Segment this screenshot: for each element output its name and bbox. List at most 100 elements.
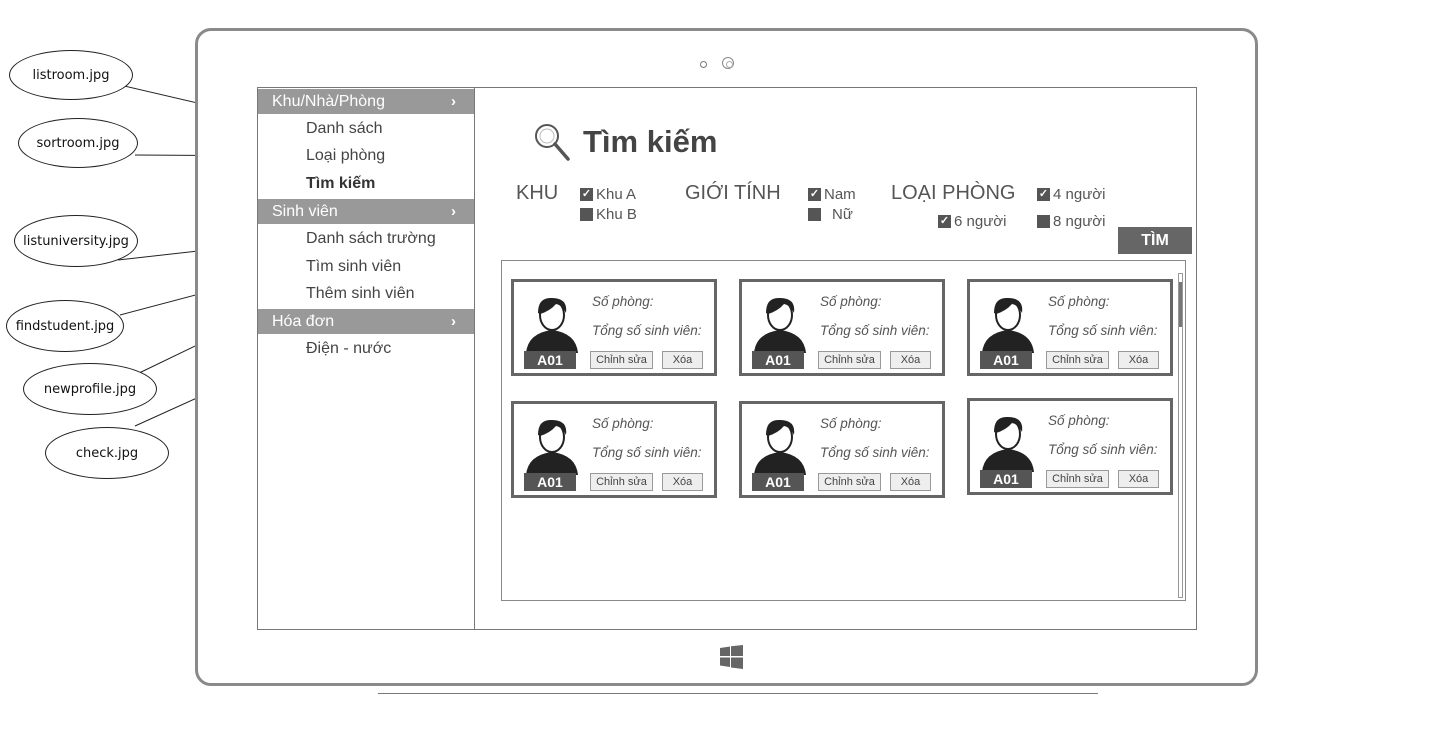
user-avatar-icon (754, 297, 806, 353)
chevron-right-icon: › (451, 313, 456, 330)
checkbox-label: Khu A (596, 186, 637, 203)
find-button[interactable]: TÌM (1118, 227, 1192, 254)
delete-button[interactable]: Xóa (890, 473, 931, 491)
total-students-label: Tổng số sinh viên: (820, 323, 930, 338)
sidebar: Khu/Nhà/Phòng › Danh sách Loại phòng Tìm… (258, 88, 475, 629)
screen: Khu/Nhà/Phòng › Danh sách Loại phòng Tìm… (257, 87, 1197, 630)
user-avatar-icon (754, 419, 806, 475)
checkbox-khu-a[interactable]: ✓ Khu A (580, 186, 636, 203)
sidebar-section-title: Hóa đơn (272, 313, 335, 330)
main-content: Tìm kiếm KHU ✓ Khu A Khu B GIỚI TÍNH ✓ N… (475, 88, 1196, 629)
edit-button[interactable]: Chỉnh sửa (1046, 351, 1109, 369)
sidebar-item-dien-nuoc[interactable]: Điện - nước (306, 340, 391, 358)
magnifier-icon (535, 124, 570, 161)
annotation-listuniversity: listuniversity.jpg (14, 215, 138, 267)
chevron-right-icon: › (451, 93, 456, 110)
total-students-label: Tổng số sinh viên: (820, 445, 930, 460)
vertical-scrollbar[interactable] (1178, 273, 1183, 598)
tablet-shadow-line (378, 693, 1098, 694)
scrollbar-thumb[interactable] (1179, 282, 1182, 327)
room-number-label: Số phòng: (820, 294, 882, 309)
annotation-check: check.jpg (45, 427, 169, 479)
room-number-label: Số phòng: (1048, 294, 1110, 309)
annotation-sortroom: sortroom.jpg (18, 118, 138, 168)
filter-gioi-tinh-label: GIỚI TÍNH (685, 182, 781, 204)
room-code: A01 (980, 351, 1032, 369)
room-code: A01 (524, 473, 576, 491)
total-students-label: Tổng số sinh viên: (1048, 323, 1158, 338)
room-card: A01 Số phòng: Tổng số sinh viên: Chỉnh s… (739, 279, 945, 376)
sidebar-item-them-sinh-vien[interactable]: Thêm sinh viên (306, 285, 415, 303)
checkbox-unchecked-icon (1037, 215, 1050, 228)
edit-button[interactable]: Chỉnh sửa (1046, 470, 1109, 488)
total-students-label: Tổng số sinh viên: (592, 445, 702, 460)
checkbox-label: 4 người (1053, 186, 1106, 203)
checkbox-unchecked-icon (808, 208, 821, 221)
delete-button[interactable]: Xóa (662, 473, 703, 491)
edit-button[interactable]: Chỉnh sửa (818, 473, 881, 491)
annotation-newprofile: newprofile.jpg (23, 363, 157, 415)
room-card: A01 Số phòng: Tổng số sinh viên: Chỉnh s… (967, 398, 1173, 495)
checkbox-8-nguoi[interactable]: 8 người (1037, 213, 1105, 230)
page-title: Tìm kiếm (583, 124, 718, 159)
room-card: A01 Số phòng: Tổng số sinh viên: Chỉnh s… (967, 279, 1173, 376)
checkbox-nu[interactable]: Nữ (808, 206, 853, 223)
checkbox-checked-icon: ✓ (1037, 188, 1050, 201)
room-card: A01 Số phòng: Tổng số sinh viên: Chỉnh s… (511, 279, 717, 376)
room-number-label: Số phòng: (1048, 413, 1110, 428)
annotation-listroom: listroom.jpg (9, 50, 133, 100)
sidebar-item-tim-kiem[interactable]: Tìm kiếm (306, 175, 375, 193)
checkbox-nam[interactable]: ✓ Nam (808, 186, 856, 203)
checkbox-checked-icon: ✓ (808, 188, 821, 201)
sidebar-section-sinh-vien[interactable]: Sinh viên › (258, 199, 474, 224)
room-number-label: Số phòng: (592, 294, 654, 309)
checkbox-label: Nam (824, 186, 856, 203)
camera-icon (722, 57, 734, 69)
user-avatar-icon (526, 297, 578, 353)
sidebar-section-title: Sinh viên (272, 203, 338, 220)
delete-button[interactable]: Xóa (662, 351, 703, 369)
sidebar-item-tim-sinh-vien[interactable]: Tìm sinh viên (306, 258, 401, 276)
room-code: A01 (980, 470, 1032, 488)
delete-button[interactable]: Xóa (890, 351, 931, 369)
delete-button[interactable]: Xóa (1118, 351, 1159, 369)
room-code: A01 (752, 351, 804, 369)
sidebar-section-khu-nha-phong[interactable]: Khu/Nhà/Phòng › (258, 89, 474, 114)
room-card: A01 Số phòng: Tổng số sinh viên: Chỉnh s… (739, 401, 945, 498)
checkbox-checked-icon: ✓ (938, 215, 951, 228)
room-number-label: Số phòng: (592, 416, 654, 431)
checkbox-unchecked-icon (580, 208, 593, 221)
delete-button[interactable]: Xóa (1118, 470, 1159, 488)
checkbox-khu-b[interactable]: Khu B (580, 206, 637, 223)
sidebar-item-loai-phong[interactable]: Loại phòng (306, 147, 385, 165)
checkbox-label: 6 người (954, 213, 1007, 230)
room-code: A01 (524, 351, 576, 369)
room-card: A01 Số phòng: Tổng số sinh viên: Chỉnh s… (511, 401, 717, 498)
windows-logo-icon[interactable] (720, 645, 743, 669)
checkbox-4-nguoi[interactable]: ✓ 4 người (1037, 186, 1105, 203)
checkbox-6-nguoi[interactable]: ✓ 6 người (938, 213, 1006, 230)
filter-loai-phong-label: LOẠI PHÒNG (891, 182, 1016, 204)
sidebar-section-hoa-don[interactable]: Hóa đơn › (258, 309, 474, 334)
checkbox-label: Khu B (596, 206, 637, 223)
total-students-label: Tổng số sinh viên: (592, 323, 702, 338)
annotation-findstudent: findstudent.jpg (6, 300, 124, 352)
sidebar-item-danh-sach-truong[interactable]: Danh sách trường (306, 230, 436, 248)
checkbox-checked-icon: ✓ (580, 188, 593, 201)
edit-button[interactable]: Chỉnh sửa (590, 351, 653, 369)
user-avatar-icon (982, 416, 1034, 472)
sidebar-item-danh-sach[interactable]: Danh sách (306, 120, 383, 138)
user-avatar-icon (526, 419, 578, 475)
checkbox-label: 8 người (1053, 213, 1106, 230)
camera-sensor-icon (700, 61, 707, 68)
total-students-label: Tổng số sinh viên: (1048, 442, 1158, 457)
filter-khu-label: KHU (516, 182, 559, 204)
checkbox-label: Nữ (832, 206, 853, 223)
room-number-label: Số phòng: (820, 416, 882, 431)
edit-button[interactable]: Chỉnh sửa (818, 351, 881, 369)
user-avatar-icon (982, 297, 1034, 353)
sidebar-section-title: Khu/Nhà/Phòng (272, 93, 385, 110)
room-code: A01 (752, 473, 804, 491)
chevron-right-icon: › (451, 203, 456, 220)
edit-button[interactable]: Chỉnh sửa (590, 473, 653, 491)
